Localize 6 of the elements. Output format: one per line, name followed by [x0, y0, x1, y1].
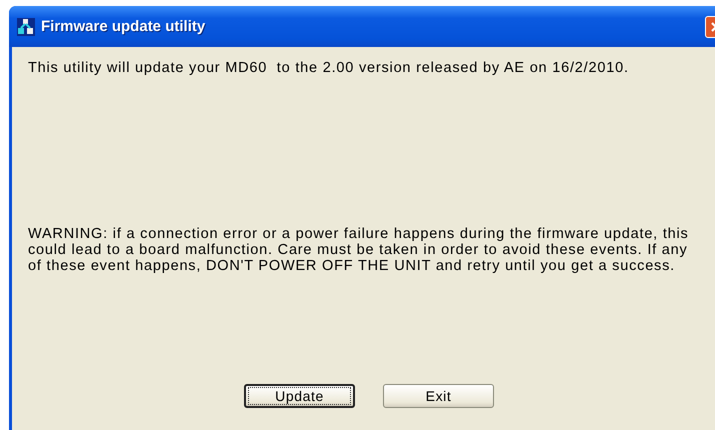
dialog-button[interactable]: Update [244, 384, 355, 408]
app-icon [17, 18, 35, 36]
window-title: Firmware update utility [41, 18, 206, 35]
warning-text: WARNING: if a connection error or a power failure happens during the firmware update, this could lead to a board malfunction. Care must be taken in order to avoid these events. If any of these event happens, DON'T POWER OFF THE UNIT and retry until you get a success. [28, 226, 690, 274]
info-text: This utility will update your MD60 to the 2.00 version released by AE on 16/2/2010. [28, 60, 630, 76]
dialog-button[interactable]: Exit [383, 384, 494, 408]
